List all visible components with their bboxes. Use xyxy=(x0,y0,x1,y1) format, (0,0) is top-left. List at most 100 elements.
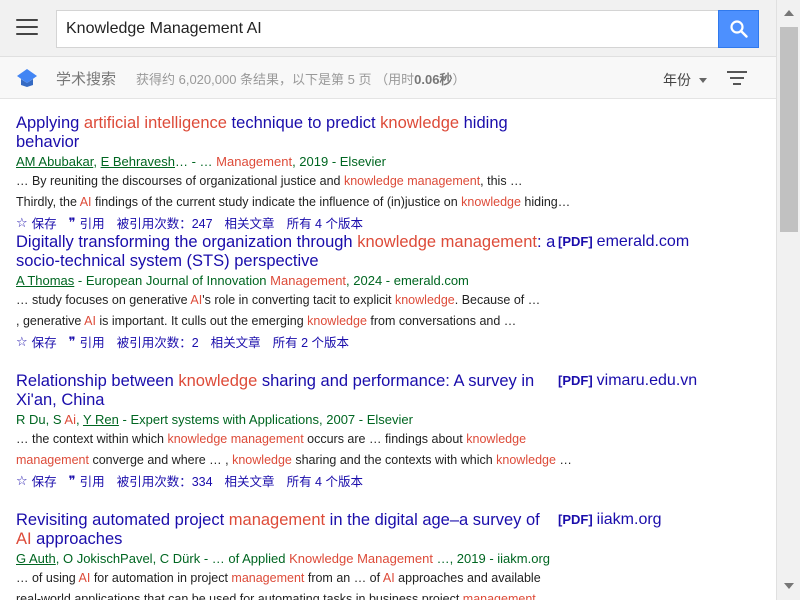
text-run: . Because of … xyxy=(454,293,541,307)
filter-lines-icon[interactable] xyxy=(727,71,747,85)
text-run: hiding… xyxy=(520,194,571,209)
text-run: , 2024 - emerald.com xyxy=(346,273,469,288)
quote-icon: ❞ xyxy=(68,472,76,488)
related-articles-link[interactable]: 相关文章 xyxy=(225,213,275,232)
quote-icon: ❞ xyxy=(68,214,76,230)
text-run: converge and where … , xyxy=(88,452,233,467)
chevron-down-icon xyxy=(699,77,707,83)
text-run: sharing and the contexts with which xyxy=(291,452,497,467)
text-run: in the digital age–a survey of xyxy=(325,511,540,529)
all-versions-link[interactable]: 所有 4 个版本 xyxy=(287,471,363,490)
author-link[interactable]: A Thomas xyxy=(16,273,74,288)
author-link[interactable]: Y Ren xyxy=(83,412,119,427)
text-run: R Du, S xyxy=(16,412,65,427)
save-button[interactable]: ☆ 保存 xyxy=(16,213,57,232)
pdf-domain: iiakm.org xyxy=(596,511,662,528)
result-title-link[interactable]: Digitally transforming the organization … xyxy=(16,233,556,271)
cite-label: 引用 xyxy=(79,336,105,350)
pdf-link[interactable]: [PDF] vimaru.edu.vn xyxy=(558,372,697,390)
text-run: findings of the current study indicate t… xyxy=(91,194,462,209)
text-run: approaches and available xyxy=(394,571,541,585)
highlight-term: management xyxy=(462,591,536,600)
author-link[interactable]: E Behravesh xyxy=(101,154,175,169)
cite-button[interactable]: ❞ 引用 xyxy=(69,332,105,351)
save-label: 保存 xyxy=(31,475,57,489)
text-run: , this … xyxy=(480,174,523,188)
author-link[interactable]: AM Abubakar xyxy=(16,154,93,169)
highlight-term: knowledge xyxy=(178,372,258,390)
search-box[interactable] xyxy=(56,10,718,48)
text-run: Revisiting automated project xyxy=(16,511,229,529)
results-stats: 获得约 6,020,000 条结果，以下是第 5 页 （用时0.06秒） xyxy=(136,72,466,87)
result-snippet-line: … By reuniting the discourses of organiz… xyxy=(16,172,616,192)
year-filter-dropdown[interactable]: 年份 xyxy=(663,70,707,90)
related-articles-link[interactable]: 相关文章 xyxy=(211,332,261,351)
text-run: Thirdly, the xyxy=(16,194,80,209)
search-result: Applying artificial intelligence techniq… xyxy=(16,114,716,232)
highlight-term: Knowledge Management xyxy=(289,551,433,566)
search-input[interactable] xyxy=(66,20,718,38)
highlight-term: knowledge xyxy=(394,293,455,307)
pdf-tag: [PDF] xyxy=(558,512,593,527)
result-meta: AM Abubakar, E Behravesh… - … Management… xyxy=(16,153,716,171)
search-result: Relationship between knowledge sharing a… xyxy=(16,372,716,490)
star-icon: ☆ xyxy=(16,333,28,349)
author-link[interactable]: G Auth xyxy=(16,551,56,566)
highlight-term: Ai xyxy=(64,412,76,427)
result-snippet-line: … of using AI for automation in project … xyxy=(16,569,616,589)
pdf-tag: [PDF] xyxy=(558,373,593,388)
all-versions-link[interactable]: 所有 2 个版本 xyxy=(273,332,349,351)
cited-by-link[interactable]: 被引用次数：334 xyxy=(117,471,213,490)
text-run: , xyxy=(75,412,83,427)
scroll-up-arrow-icon[interactable] xyxy=(784,10,794,16)
text-run: … xyxy=(535,591,552,600)
pdf-link[interactable]: [PDF] emerald.com xyxy=(558,233,689,251)
highlight-term: knowledge xyxy=(496,452,556,467)
cite-label: 引用 xyxy=(79,217,105,231)
text-run: , generative xyxy=(16,313,85,328)
highlight-term: knowledge management xyxy=(357,233,537,251)
text-run: Applying xyxy=(16,114,84,132)
highlight-term: knowledge xyxy=(466,432,527,446)
all-versions-link[interactable]: 所有 4 个版本 xyxy=(287,213,363,232)
text-run: Digitally transforming the organization … xyxy=(16,233,358,251)
search-button[interactable] xyxy=(718,10,759,48)
vertical-scrollbar[interactable] xyxy=(776,0,800,600)
cite-button[interactable]: ❞ 引用 xyxy=(69,213,105,232)
highlight-term: knowledge xyxy=(232,452,292,467)
related-articles-link[interactable]: 相关文章 xyxy=(225,471,275,490)
text-run: approaches xyxy=(31,530,123,548)
text-run: Relationship between xyxy=(16,372,179,390)
scrollbar-thumb[interactable] xyxy=(780,27,798,232)
text-run: …, 2019 - iiakm.org xyxy=(432,551,550,566)
highlight-term: knowledge xyxy=(380,114,460,132)
save-button[interactable]: ☆ 保存 xyxy=(16,471,57,490)
result-title-link[interactable]: Revisiting automated project management … xyxy=(16,511,556,549)
pdf-link[interactable]: [PDF] iiakm.org xyxy=(558,511,662,529)
highlight-term: knowledge management xyxy=(167,432,304,446)
result-snippet-line: real-world applications that can be used… xyxy=(16,590,616,600)
star-icon: ☆ xyxy=(16,214,28,230)
text-run: for automation in project xyxy=(90,571,232,585)
cited-by-link[interactable]: 被引用次数：247 xyxy=(117,213,213,232)
highlight-term: knowledge xyxy=(307,313,367,328)
highlight-term: management xyxy=(228,511,326,529)
text-run: real-world applications that can be used… xyxy=(16,591,463,600)
results-header-bar: 学术搜索 获得约 6,020,000 条结果，以下是第 5 页 （用时0.06秒… xyxy=(0,57,800,99)
result-title-link[interactable]: Relationship between knowledge sharing a… xyxy=(16,372,556,410)
result-actions: ☆ 保存 ❞ 引用 被引用次数：247 相关文章 所有 4 个版本 xyxy=(16,213,716,232)
scholar-brand[interactable]: 学术搜索 xyxy=(56,68,116,89)
text-run: 's role in converting tacit to explicit xyxy=(202,293,395,307)
save-button[interactable]: ☆ 保存 xyxy=(16,332,57,351)
search-result: Digitally transforming the organization … xyxy=(16,233,716,351)
highlight-term: AI xyxy=(84,313,96,328)
highlight-term: Management xyxy=(270,273,347,288)
scholar-logo-icon[interactable] xyxy=(16,68,38,88)
hamburger-menu-icon[interactable] xyxy=(16,19,38,37)
cited-by-link[interactable]: 被引用次数：2 xyxy=(117,332,199,351)
text-run: … - … xyxy=(175,154,217,169)
cite-button[interactable]: ❞ 引用 xyxy=(69,471,105,490)
scroll-down-arrow-icon[interactable] xyxy=(784,583,794,589)
text-run: , xyxy=(93,154,101,169)
result-title-link[interactable]: Applying artificial intelligence techniq… xyxy=(16,114,556,152)
